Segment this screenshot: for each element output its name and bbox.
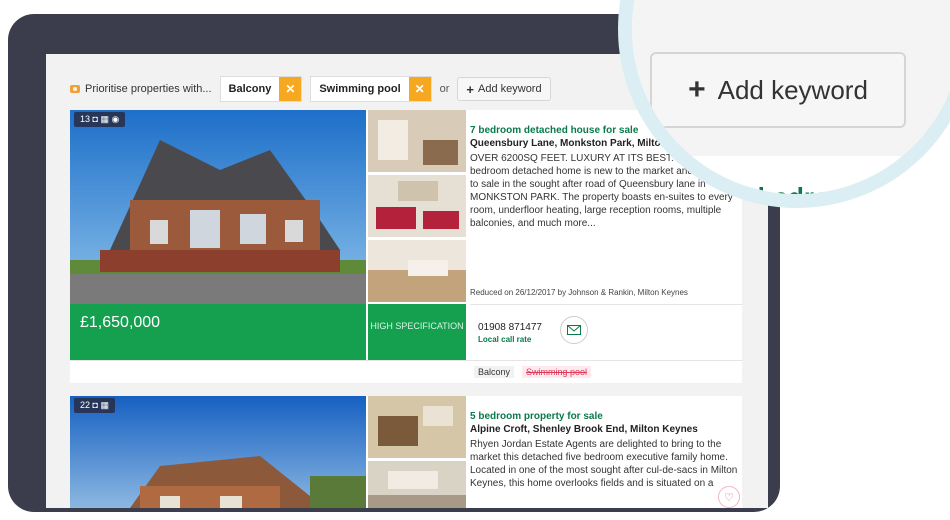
email-agent-button[interactable] [560,316,588,344]
house-photo [70,110,366,304]
zoomed-add-keyword-button[interactable]: + Add keyword [650,52,906,128]
photo-count-badge: 13 ◘ ▦ ◉ [74,112,126,127]
photo-count: 22 [80,400,91,410]
remove-keyword-button[interactable]: ✕ [408,77,431,101]
add-keyword-label: Add keyword [478,83,542,95]
price-bar: £1,650,000 [70,304,366,360]
listing-card[interactable]: 22 ◘ ▦ 5 bedroom property for sale Alpin… [70,396,742,508]
thumbnail-image [368,175,466,237]
keyword-match-row: Balcony Swimming pool [70,360,742,383]
or-separator: or [439,83,450,95]
thumbnail-image [368,110,466,172]
envelope-icon [567,325,581,335]
thumbnail-photo[interactable] [368,396,466,458]
agent-phone[interactable]: 01908 871477 [478,322,542,333]
listing-details: 5 bedroom property for sale Alpine Croft… [470,396,740,490]
listing-address: Alpine Croft, Shenley Brook End, Milton … [470,424,698,435]
remove-keyword-button[interactable]: ✕ [279,77,302,101]
feature-tag: HIGH SPECIFICATION [368,304,466,360]
photo-count-badge: 22 ◘ ▦ [74,398,115,413]
keyword-chip-label: Swimming pool [319,83,401,95]
camera-icon [70,85,80,93]
save-favourite-button[interactable]: ♡ [718,486,740,508]
thumbnail-photo[interactable] [368,110,466,172]
zoomed-add-keyword-label: Add keyword [717,74,868,105]
listing-thumbnails [368,110,466,305]
listing-title[interactable]: 5 bedroom property for sale [470,410,740,423]
thumbnail-photo[interactable] [368,175,466,237]
listing-thumbnails [368,396,466,508]
keyword-tag-unmatched: Swimming pool [522,366,592,378]
thumbnail-image [368,396,466,458]
listing-main-photo[interactable]: 13 ◘ ▦ ◉ [70,110,366,304]
heart-icon: ♡ [724,491,734,504]
keyword-tag-matched: Balcony [474,366,515,378]
add-keyword-button[interactable]: + Add keyword [457,77,551,101]
plus-icon: + [466,81,474,97]
listing-main-photo[interactable]: 22 ◘ ▦ [70,396,366,508]
zoom-magnifier: + Add keyword 7 bedroom [618,0,950,208]
keyword-chip-balcony: Balcony ✕ [219,76,303,102]
floorplan-icon: ▦ [100,400,109,410]
camera-icon: ◘ [92,114,98,124]
photo-count: 13 [80,114,91,124]
floorplan-icon: ▦ [100,114,109,124]
house-photo [70,396,366,508]
plus-icon: + [688,73,706,106]
camera-icon: ◘ [92,400,98,410]
thumbnail-photo[interactable] [368,461,466,508]
keyword-chip-label: Balcony [228,83,272,95]
video-icon: ◉ [111,114,120,124]
listing-description: Rhyen Jordan Estate Agents are delighted… [470,439,738,489]
filter-prefix: Prioritise properties with... [85,83,212,95]
zoom-content: + Add keyword 7 bedroom [632,0,950,194]
divider [470,304,742,305]
reduced-note: Reduced on 26/12/2017 by Johnson & Ranki… [470,288,688,297]
call-rate: Local call rate [478,335,532,344]
feature-tag-label: HIGH SPECIFICATION [370,321,464,331]
keyword-chip-swimming-pool: Swimming pool ✕ [310,76,432,102]
thumbnail-image [368,240,466,302]
thumbnail-photo[interactable] [368,240,466,302]
listing-price: £1,650,000 [80,314,161,331]
thumbnail-image [368,461,466,508]
